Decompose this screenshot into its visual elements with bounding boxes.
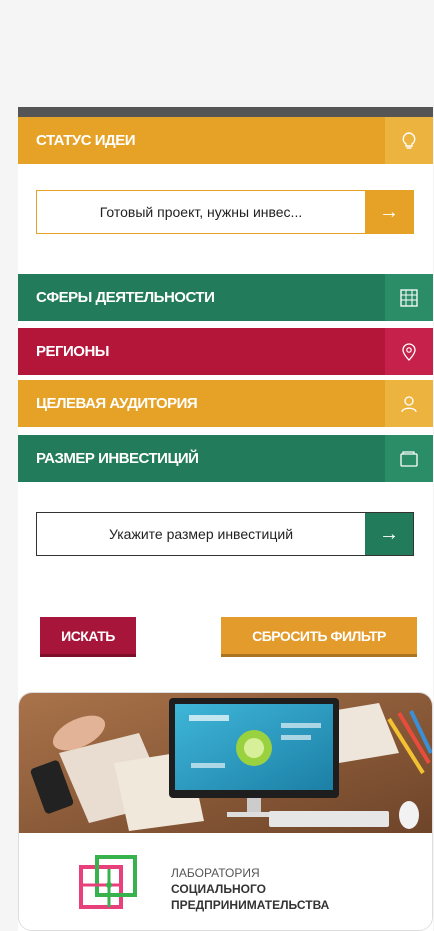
map-pin-icon (385, 328, 433, 375)
filter-section-label: СТАТУС ИДЕИ (36, 132, 136, 149)
filter-section-audience[interactable]: ЦЕЛЕВАЯ АУДИТОРИЯ (18, 380, 433, 427)
logo-line-3: ПРЕДПРИНИМАТЕЛЬСТВА (171, 898, 330, 912)
filter-section-label: РЕГИОНЫ (36, 343, 109, 360)
top-divider (18, 107, 433, 117)
building-icon (385, 274, 433, 321)
logo-area: ЛАБОРАТОРИЯ СОЦИАЛЬНОГО ПРЕДПРИНИМАТЕЛЬС… (19, 833, 432, 930)
logo-line-2: СОЦИАЛЬНОГО (171, 882, 266, 896)
wallet-icon (385, 435, 433, 482)
filter-section-spheres[interactable]: СФЕРЫ ДЕЯТЕЛЬНОСТИ (18, 274, 433, 321)
filter-section-label: РАЗМЕР ИНВЕСТИЦИЙ (36, 450, 199, 467)
logo-text: ЛАБОРАТОРИЯ СОЦИАЛЬНОГО ПРЕДПРИНИМАТЕЛЬС… (171, 865, 329, 913)
filter-panel: СТАТУС ИДЕИ Готовый проект, нужны инвес.… (18, 107, 433, 931)
investment-select[interactable]: Укажите размер инвестиций → (36, 512, 414, 556)
search-button[interactable]: ИСКАТЬ (40, 617, 136, 657)
filter-section-investment[interactable]: РАЗМЕР ИНВЕСТИЦИЙ (18, 435, 433, 482)
lab-banner[interactable]: ЛАБОРАТОРИЯ СОЦИАЛЬНОГО ПРЕДПРИНИМАТЕЛЬС… (18, 692, 433, 931)
status-select[interactable]: Готовый проект, нужны инвес... → (36, 190, 414, 234)
user-icon (385, 380, 433, 427)
logo-line-1: ЛАБОРАТОРИЯ (171, 866, 260, 880)
investment-select-value: Укажите размер инвестиций (108, 526, 294, 542)
filter-section-regions[interactable]: РЕГИОНЫ (18, 328, 433, 375)
filter-section-label: ЦЕЛЕВАЯ АУДИТОРИЯ (36, 395, 198, 412)
filter-section-label: СФЕРЫ ДЕЯТЕЛЬНОСТИ (36, 289, 215, 306)
arrow-right-icon[interactable]: → (365, 191, 413, 233)
filter-section-status[interactable]: СТАТУС ИДЕИ (18, 117, 433, 164)
lab-logo-icon (79, 855, 137, 909)
reset-filter-button[interactable]: СБРОСИТЬ ФИЛЬТР (221, 617, 417, 657)
banner-photo (19, 693, 432, 833)
lightbulb-icon (385, 117, 433, 164)
status-select-value: Готовый проект, нужны инвес... (99, 204, 303, 220)
arrow-right-icon[interactable]: → (365, 513, 413, 555)
